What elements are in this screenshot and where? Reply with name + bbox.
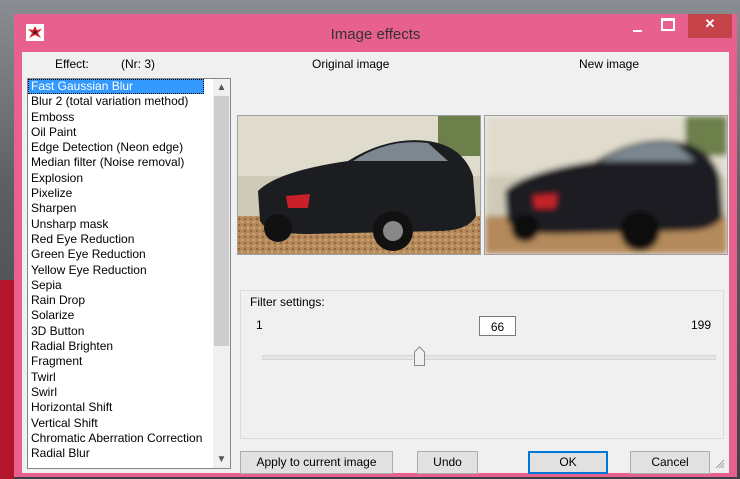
effect-list-item[interactable]: Pixelize: [28, 186, 204, 201]
filter-settings-label: Filter settings:: [250, 295, 325, 309]
effect-list-item[interactable]: Rain Drop: [28, 293, 204, 308]
effect-list-item[interactable]: Explosion: [28, 171, 204, 186]
title-bar[interactable]: Image effects: [14, 14, 737, 50]
close-button[interactable]: [688, 14, 732, 38]
apply-to-current-image-button[interactable]: Apply to current image: [240, 451, 393, 474]
resize-grip-icon[interactable]: [715, 459, 725, 469]
scroll-down-icon[interactable]: ▼: [213, 451, 230, 468]
effects-listbox[interactable]: Fast Gaussian Blur Blur 2 (total variatio…: [27, 78, 231, 469]
original-image-preview: [237, 115, 481, 255]
filter-value-display: 66: [479, 316, 516, 336]
filter-slider-track[interactable]: [262, 355, 716, 360]
effect-list-item[interactable]: Green Eye Reduction: [28, 247, 204, 262]
scroll-up-icon[interactable]: ▲: [213, 79, 230, 96]
original-image-label: Original image: [312, 57, 390, 71]
effects-list-items: Fast Gaussian Blur Blur 2 (total variatio…: [28, 79, 230, 461]
effect-list-item[interactable]: Edge Detection (Neon edge): [28, 140, 204, 155]
dialog-client-area: Effect: (Nr: 3) Original image New image…: [22, 52, 729, 474]
background-red-edge: [0, 280, 14, 479]
filter-slider-thumb[interactable]: [414, 346, 425, 366]
effect-list-item[interactable]: Horizontal Shift: [28, 400, 204, 415]
effect-list-item[interactable]: 3D Button: [28, 324, 204, 339]
effect-list-item[interactable]: Median filter (Noise removal): [28, 155, 204, 170]
cancel-button[interactable]: Cancel: [630, 451, 710, 474]
new-image-preview: [484, 115, 728, 255]
filter-max-label: 199: [691, 318, 712, 332]
effect-list-item[interactable]: Swirl: [28, 385, 204, 400]
maximize-button[interactable]: [654, 14, 680, 38]
effect-list-item[interactable]: Vertical Shift: [28, 416, 204, 431]
ok-button[interactable]: OK: [528, 451, 608, 474]
effect-list-item[interactable]: Radial Blur: [28, 446, 204, 461]
effect-count-label: (Nr: 3): [121, 57, 155, 71]
effect-list-item[interactable]: Solarize: [28, 308, 204, 323]
undo-button[interactable]: Undo: [417, 451, 478, 474]
effect-list-item[interactable]: Emboss: [28, 110, 204, 125]
effect-list-item[interactable]: Unsharp mask: [28, 217, 204, 232]
effect-list-item[interactable]: Yellow Eye Reduction: [28, 263, 204, 278]
new-image-label: New image: [579, 57, 640, 71]
effect-list-item[interactable]: Sepia: [28, 278, 204, 293]
effect-list-item[interactable]: Fast Gaussian Blur: [28, 79, 204, 95]
minimize-button[interactable]: [624, 14, 650, 38]
effects-list-scrollbar[interactable]: ▲ ▼: [213, 79, 230, 468]
scroll-thumb[interactable]: [214, 96, 229, 346]
image-effects-window: Image effects Effect: (Nr: 3) Original i…: [14, 14, 737, 477]
effect-list-item[interactable]: Sharpen: [28, 201, 204, 216]
filter-min-label: 1: [256, 318, 263, 332]
effect-list-item[interactable]: Red Eye Reduction: [28, 232, 204, 247]
effect-list-item[interactable]: Chromatic Aberration Correction: [28, 431, 204, 446]
effect-list-item[interactable]: Oil Paint: [28, 125, 204, 140]
effect-list-item[interactable]: Blur 2 (total variation method): [28, 94, 204, 109]
effect-list-item[interactable]: Fragment: [28, 354, 204, 369]
effect-header-label: Effect:: [55, 57, 89, 71]
effect-list-item[interactable]: Twirl: [28, 370, 204, 385]
filter-settings-group: [240, 290, 724, 439]
effect-list-item[interactable]: Radial Brighten: [28, 339, 204, 354]
